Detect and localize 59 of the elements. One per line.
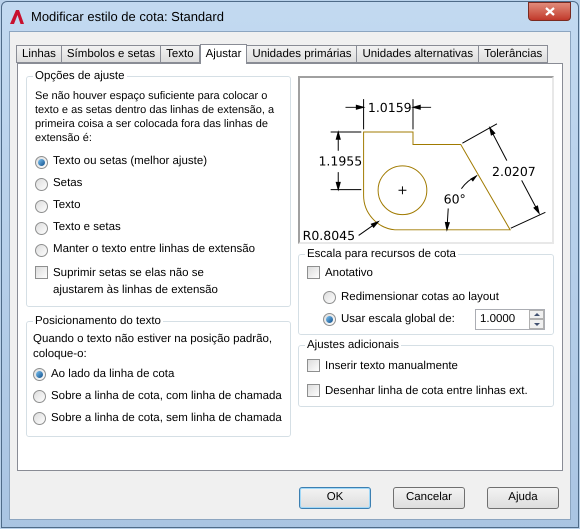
checkbox[interactable] [307, 359, 320, 372]
radio-button[interactable] [35, 156, 48, 168]
spin-down-button[interactable] [529, 319, 544, 329]
radio-button[interactable] [35, 178, 48, 190]
option-label: Sobre a linha de cota, sem linha de chamada [51, 410, 282, 426]
option-label: Inserir texto manualmente [325, 359, 458, 374]
option-label: Sobre a linha de cota, com linha de chamada [51, 388, 282, 404]
down-arrow-icon [534, 322, 540, 326]
description-text: Se não houver espaço suficiente para colocar o texto e as setas dentro das linhas de extensão, a primeira coisa a ser colocada fora das linhas de extensão é: [35, 89, 276, 145]
dialog-button[interactable]: Cancelar [393, 487, 465, 509]
option-label: Texto [53, 198, 80, 214]
window-title: Modificar estilo de cota: Standard [31, 8, 224, 26]
tab[interactable]: Tolerâncias [478, 45, 548, 63]
tab[interactable]: Linhas [16, 45, 62, 63]
description-text: Quando o texto não estiver na posição padrão, coloque-o: [33, 332, 273, 362]
dimension-value: 60° [444, 191, 466, 206]
tab[interactable]: Texto [160, 45, 200, 63]
up-arrow-icon [534, 313, 540, 316]
group-title: Posicionamento do texto [33, 314, 163, 328]
dimension-value: R0.8045 [302, 228, 356, 242]
scale-spin-field[interactable]: 1.0000 [475, 308, 545, 330]
radio-button[interactable] [323, 290, 336, 304]
group-title: Opções de ajuste [33, 69, 127, 83]
checkbox[interactable] [307, 384, 320, 396]
group-title: Escala para recursos de cota [305, 247, 458, 261]
radio-button[interactable] [33, 368, 46, 381]
app-logo-icon [9, 8, 25, 24]
option-label: Redimensionar cotas ao layout [341, 290, 499, 305]
close-button[interactable] [528, 2, 571, 21]
option-label: Usar escala global de: [341, 312, 455, 327]
checkbox[interactable] [307, 266, 320, 279]
radio-button[interactable] [35, 222, 48, 234]
option-label: Suprimir setas se elas não se ajustarem às linhas de extensão [53, 266, 219, 298]
radio-button[interactable] [35, 200, 48, 212]
option-label: Ao lado da linha de cota [51, 366, 174, 382]
option-label: Texto e setas [53, 220, 121, 236]
dimension-value: 1.1955 [318, 154, 362, 169]
option-label: Anotativo [325, 266, 373, 281]
tab[interactable]: Ajustar [200, 44, 248, 64]
checkbox[interactable] [35, 266, 48, 279]
close-icon [544, 7, 554, 16]
radio-button[interactable] [33, 412, 46, 425]
group-title: Ajustes adicionais [305, 338, 402, 352]
radio-button[interactable] [33, 390, 46, 403]
dimension-value: 1.0159 [368, 100, 412, 115]
option-label: Desenhar linha de cota entre linhas ext. [325, 384, 528, 398]
option-label: Manter o texto entre linhas de extensão [53, 242, 256, 258]
radio-button[interactable] [35, 244, 48, 256]
dialog-button[interactable]: OK [299, 487, 371, 509]
tab[interactable]: Unidades primárias [246, 45, 358, 63]
dialog-button[interactable]: Ajuda [487, 487, 559, 509]
radio-button[interactable] [323, 312, 336, 326]
spin-up-button[interactable] [529, 310, 544, 320]
tab[interactable]: Unidades alternativas [356, 45, 480, 63]
option-label: Setas [53, 176, 82, 192]
field-value: 1.0000 [479, 312, 516, 327]
option-label: Texto ou setas (melhor ajuste) [53, 154, 208, 170]
dimension-value: 2.0207 [492, 164, 536, 180]
tab[interactable]: Símbolos e setas [60, 45, 162, 63]
